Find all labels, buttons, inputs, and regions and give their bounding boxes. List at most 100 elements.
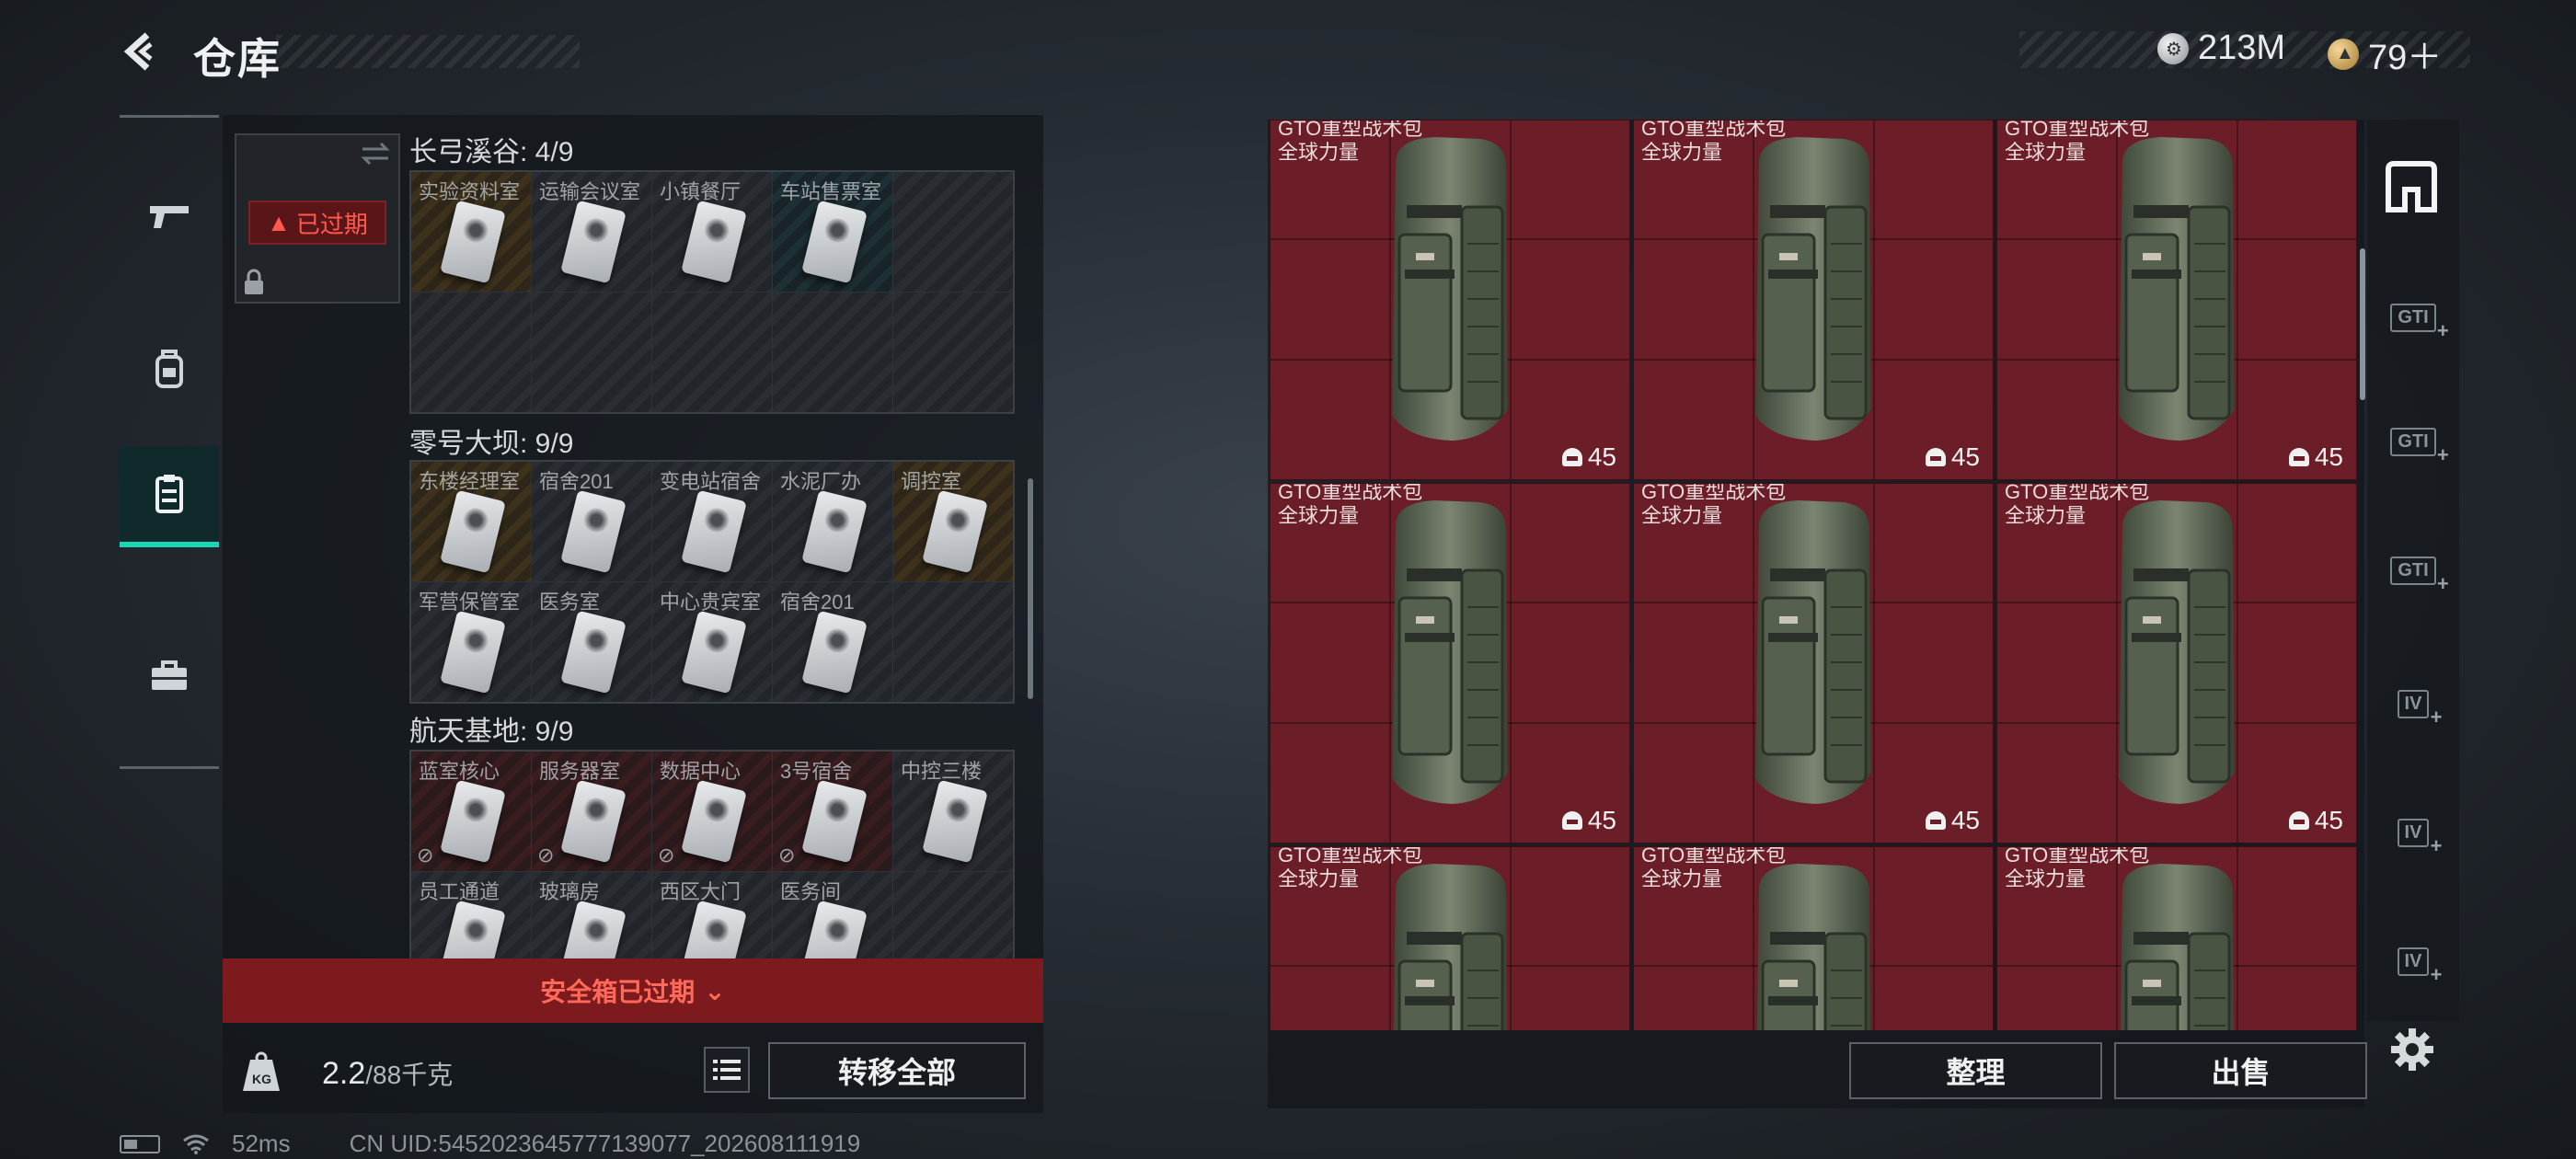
key-slot[interactable]: 数据中心 ⊘ (652, 752, 772, 871)
stash-item[interactable]: GTO重型战术包 全球力量 45 (1633, 120, 1994, 480)
stash-home-icon[interactable] (2381, 156, 2442, 217)
stash-item[interactable]: GTO重型战术包 全球力量 (1633, 846, 1994, 1030)
key-slot-label: 变电站宿舍 (660, 470, 762, 493)
keycard-icon (560, 610, 627, 694)
item-name: GTO重型战术包 (2005, 483, 2150, 503)
item-name: GTO重型战术包 (1641, 846, 1787, 866)
helmet-icon (2288, 448, 2309, 466)
key-slot[interactable]: 服务器室 ⊘ (532, 752, 651, 871)
key-slot[interactable] (893, 172, 1013, 292)
key-slot[interactable]: 3号宿舍 ⊘ (773, 752, 892, 871)
key-slot[interactable]: 中控三楼 (893, 752, 1013, 871)
currency-silver[interactable]: ⚙ 213M (2157, 29, 2285, 68)
list-icon (713, 1060, 741, 1080)
item-subtitle: 全球力量 (1278, 504, 1360, 527)
item-name-block: GTO重型战术包 全球力量 (2005, 483, 2150, 528)
helmet-icon (1561, 448, 1582, 466)
key-slot[interactable]: 调控室 (893, 462, 1013, 581)
key-slot[interactable]: 军营保管室 (411, 582, 531, 702)
key-slot[interactable]: 蓝室核心 ⊘ (411, 752, 531, 871)
item-subtitle: 全球力量 (1641, 867, 1723, 890)
key-slot[interactable] (411, 293, 531, 412)
key-slot[interactable]: 宿舍201 (532, 462, 651, 581)
ping-readout: 52ms (232, 1130, 291, 1157)
backpack-image (2119, 500, 2235, 804)
key-slot[interactable]: 车站售票室 (773, 172, 892, 292)
key-slot[interactable] (893, 582, 1013, 702)
stash-scrollbar[interactable] (2360, 248, 2365, 400)
item-name: GTO重型战术包 (1641, 120, 1787, 140)
tool-slot-1[interactable]: GTI (2378, 290, 2449, 345)
warning-icon: ▲ (267, 208, 291, 236)
tool-slot-5[interactable]: IV (2378, 805, 2448, 860)
panel-scrollbar[interactable] (1028, 478, 1033, 699)
key-slot-label: 运输会议室 (539, 180, 641, 203)
unavailable-icon: ⊘ (537, 843, 555, 866)
page-title: 仓库 (193, 35, 282, 83)
key-slot-label: 中控三楼 (901, 760, 983, 783)
item-name-block: GTO重型战术包 全球力量 (1278, 120, 1422, 165)
key-grid-dam: 东楼经理室 宿舍201 变电站宿舍 水泥厂办 调控室 军营保管室 医务室 中心贵宾室 宿舍201 (409, 460, 1015, 704)
key-slot[interactable]: 中心贵宾室 (652, 582, 772, 702)
stash-item[interactable]: GTO重型战术包 全球力量 45 (1996, 120, 2357, 480)
sort-button[interactable]: 整理 (1849, 1042, 2102, 1099)
key-slot[interactable]: 变电站宿舍 (652, 462, 772, 581)
gear-icon[interactable] (2388, 1026, 2436, 1073)
rail-weapons[interactable] (120, 166, 219, 267)
sell-button[interactable]: 出售 (2114, 1042, 2367, 1099)
item-subtitle: 全球力量 (2005, 504, 2087, 527)
key-slot[interactable]: 东楼经理室 (411, 462, 531, 581)
item-durability-value: 45 (1587, 442, 1616, 471)
stash-item[interactable]: GTO重型战术包 全球力量 45 (1633, 483, 1994, 843)
item-durability: 45 (1925, 442, 1980, 472)
tool-slot-3[interactable]: GTI (2378, 543, 2449, 598)
key-slot-label: 医务室 (539, 591, 601, 614)
key-slot[interactable]: 小镇餐厅 (652, 172, 772, 292)
key-slot[interactable]: 水泥厂办 (773, 462, 892, 581)
key-slot[interactable] (773, 293, 892, 412)
keycard-icon (801, 610, 868, 694)
key-slot-label: 调控室 (901, 470, 962, 493)
stash-item[interactable]: GTO重型战术包 全球力量 (1996, 846, 2357, 1030)
stash-item[interactable]: GTO重型战术包 全球力量 45 (1270, 483, 1630, 843)
item-name-block: GTO重型战术包 全球力量 (2005, 120, 2149, 165)
tool-slot-4[interactable]: IV (2378, 676, 2448, 731)
currency-gold[interactable]: ▲ 79＋ (2328, 29, 2442, 79)
stash-item[interactable]: GTO重型战术包 全球力量 45 (1270, 120, 1630, 480)
uid-readout: CN UID:5452023645777139077_202608111919 (349, 1130, 861, 1157)
key-slot[interactable]: 运输会议室 (532, 172, 651, 292)
tool-slot-2[interactable]: GTI (2378, 414, 2449, 469)
backpack-image (2119, 137, 2235, 441)
tool-slot-6[interactable]: IV (2378, 934, 2448, 989)
item-name-block: GTO重型战术包 全球力量 (1641, 120, 1786, 165)
item-name: GTO重型战术包 (1278, 120, 1423, 140)
lock-icon (245, 269, 263, 294)
key-slot[interactable] (532, 293, 651, 412)
rail-tools[interactable] (120, 625, 219, 727)
weight-icon: KG (243, 1051, 280, 1091)
rail-keys[interactable] (120, 446, 219, 547)
backpack-icon (155, 350, 183, 388)
key-slot[interactable] (893, 293, 1013, 412)
stash-item[interactable]: GTO重型战术包 全球力量 45 (1996, 483, 2357, 843)
item-subtitle: 全球力量 (1641, 141, 1723, 164)
item-durability-value: 45 (2314, 806, 2343, 834)
key-slot[interactable] (652, 293, 772, 412)
section-title-space-base: 航天基地: 9/9 (409, 717, 574, 747)
list-view-button[interactable] (704, 1047, 750, 1093)
item-subtitle: 全球力量 (2005, 867, 2087, 890)
swap-icon[interactable] (359, 140, 392, 167)
tool-label-4: IV (2397, 689, 2442, 729)
stash-item[interactable]: GTO重型战术包 全球力量 (1270, 846, 1630, 1030)
rail-equipment[interactable] (120, 320, 219, 421)
key-slot[interactable]: 医务室 (532, 582, 651, 702)
key-slot[interactable]: 宿舍201 (773, 582, 892, 702)
transfer-all-button[interactable]: 转移全部 (768, 1042, 1026, 1099)
title-decoration (276, 35, 580, 68)
back-arrow-icon[interactable] (120, 29, 164, 74)
safe-box-expired-banner[interactable]: 安全箱已过期 ⌄ (223, 958, 1043, 1023)
keycard-icon (922, 779, 988, 864)
keycard-icon (801, 489, 868, 574)
chevron-down-icon: ⌄ (704, 976, 726, 1005)
key-slot[interactable]: 实验资料室 (411, 172, 531, 292)
